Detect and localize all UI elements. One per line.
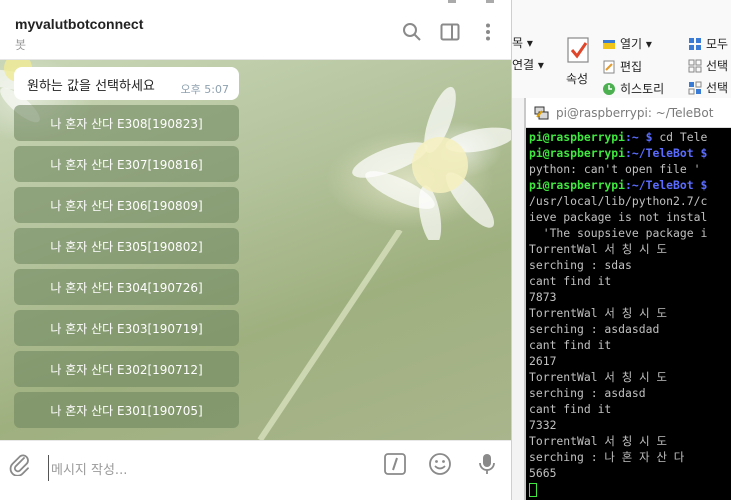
message-input[interactable]: 메시지 작성... <box>48 455 368 481</box>
terminal-line: cant find it <box>529 274 612 288</box>
terminal-line: pi@raspberrypi:~ $ cd Tele <box>529 130 708 144</box>
history-icon <box>603 82 615 95</box>
microphone-icon[interactable] <box>475 452 499 476</box>
terminal-titlebar[interactable]: pi@raspberrypi: ~/TeleBot <box>526 98 731 128</box>
terminal-line: 7873 <box>529 290 557 304</box>
select-all-button[interactable]: 모두 <box>688 35 728 52</box>
emoji-icon[interactable] <box>428 452 452 476</box>
keyboard-button[interactable]: 나 혼자 산다 E301[190705] <box>14 392 239 428</box>
keyboard-button[interactable]: 나 혼자 산다 E304[190726] <box>14 269 239 305</box>
terminal-line: python: can't open file ' <box>529 162 701 176</box>
terminal-line: ieve package is not instal <box>529 210 708 224</box>
terminal-line: TorrentWal 서 칭 시 도 <box>529 434 667 448</box>
terminal-line: cant find it <box>529 402 612 416</box>
message-bubble[interactable]: 원하는 값을 선택하세요 오후 5:07 <box>14 67 239 100</box>
terminal-line: 'The soupsieve package i <box>529 226 708 240</box>
select-none-button[interactable]: 선택 <box>688 57 728 74</box>
chat-subtitle: 봇 <box>15 38 27 52</box>
attach-icon[interactable] <box>8 452 32 476</box>
more-options-icon[interactable] <box>478 22 498 42</box>
chat-area[interactable]: 원하는 값을 선택하세요 오후 5:07 나 혼자 산다 E308[190823… <box>0 60 511 440</box>
terminal-line: 5665 <box>529 466 557 480</box>
window-top-strip <box>0 0 511 6</box>
wallpaper-stem <box>257 230 403 440</box>
edit-button[interactable]: 편집 <box>602 58 642 75</box>
wallpaper-flower <box>352 86 511 240</box>
terminal-line: TorrentWal 서 칭 시 도 <box>529 242 667 256</box>
terminal-cursor <box>529 482 537 497</box>
terminal-line: 7332 <box>529 418 557 432</box>
explorer-ribbon: 목 ▾ 연결 ▾ 속성 열기 ▾ 편집 히스토리 모두 선택 선택 <box>512 0 731 98</box>
terminal-line: cant find it <box>529 338 612 352</box>
invert-select-icon <box>688 81 702 94</box>
sidebar-toggle-icon[interactable] <box>440 22 460 42</box>
telegram-window: myvalutbotconnect 봇 원하는 값을 선택하세요 오후 5:07… <box>0 0 512 500</box>
terminal-line: pi@raspberrypi:~/TeleBot $ <box>529 178 708 192</box>
edit-icon <box>603 60 615 73</box>
select-icon <box>688 59 702 72</box>
keyboard-button[interactable]: 나 혼자 산다 E302[190712] <box>14 351 239 387</box>
commands-icon[interactable] <box>383 452 407 476</box>
ribbon-item[interactable]: 연결 ▾ <box>512 56 544 73</box>
terminal-title: pi@raspberrypi: ~/TeleBot <box>556 105 714 120</box>
terminal-line: serching : 나 혼 자 산 다 <box>529 450 685 464</box>
terminal-line: TorrentWal 서 칭 시 도 <box>529 370 667 384</box>
keyboard-button[interactable]: 나 혼자 산다 E308[190823] <box>14 105 239 141</box>
terminal-window[interactable]: pi@raspberrypi: ~/TeleBot pi@raspberrypi… <box>524 98 731 500</box>
terminal-line: serching : sdas <box>529 258 632 272</box>
terminal-line: 2617 <box>529 354 557 368</box>
keyboard-button[interactable]: 나 혼자 산다 E306[190809] <box>14 187 239 223</box>
message-time: 오후 5:07 <box>180 83 229 96</box>
chat-title[interactable]: myvalutbotconnect <box>15 16 143 32</box>
properties-label[interactable]: 속성 <box>566 70 588 87</box>
keyboard-button[interactable]: 나 혼자 산다 E305[190802] <box>14 228 239 264</box>
message-text: 원하는 값을 선택하세요 <box>27 79 155 94</box>
putty-icon <box>534 106 549 119</box>
terminal-line: serching : asdasd <box>529 386 646 400</box>
terminal-output: pi@raspberrypi:~ $ cd Tele pi@raspberrypi… <box>526 128 731 497</box>
open-button[interactable]: 열기 ▾ <box>602 35 652 52</box>
terminal-line: TorrentWal 서 칭 시 도 <box>529 306 667 320</box>
properties-icon[interactable] <box>566 36 592 66</box>
search-icon[interactable] <box>402 22 422 42</box>
select-all-icon <box>689 37 701 50</box>
terminal-line: pi@raspberrypi:~/TeleBot $ <box>529 146 708 160</box>
terminal-line: /usr/local/lib/python2.7/c <box>529 194 708 208</box>
ribbon-item[interactable]: 목 ▾ <box>512 34 533 51</box>
history-button[interactable]: 히스토리 <box>602 80 664 97</box>
keyboard-button[interactable]: 나 혼자 산다 E307[190816] <box>14 146 239 182</box>
terminal-line: serching : asdasdad <box>529 322 660 336</box>
chat-header: myvalutbotconnect 봇 <box>0 0 511 60</box>
open-icon <box>603 39 615 49</box>
invert-select-button[interactable]: 선택 <box>688 79 728 96</box>
keyboard-button[interactable]: 나 혼자 산다 E303[190719] <box>14 310 239 346</box>
